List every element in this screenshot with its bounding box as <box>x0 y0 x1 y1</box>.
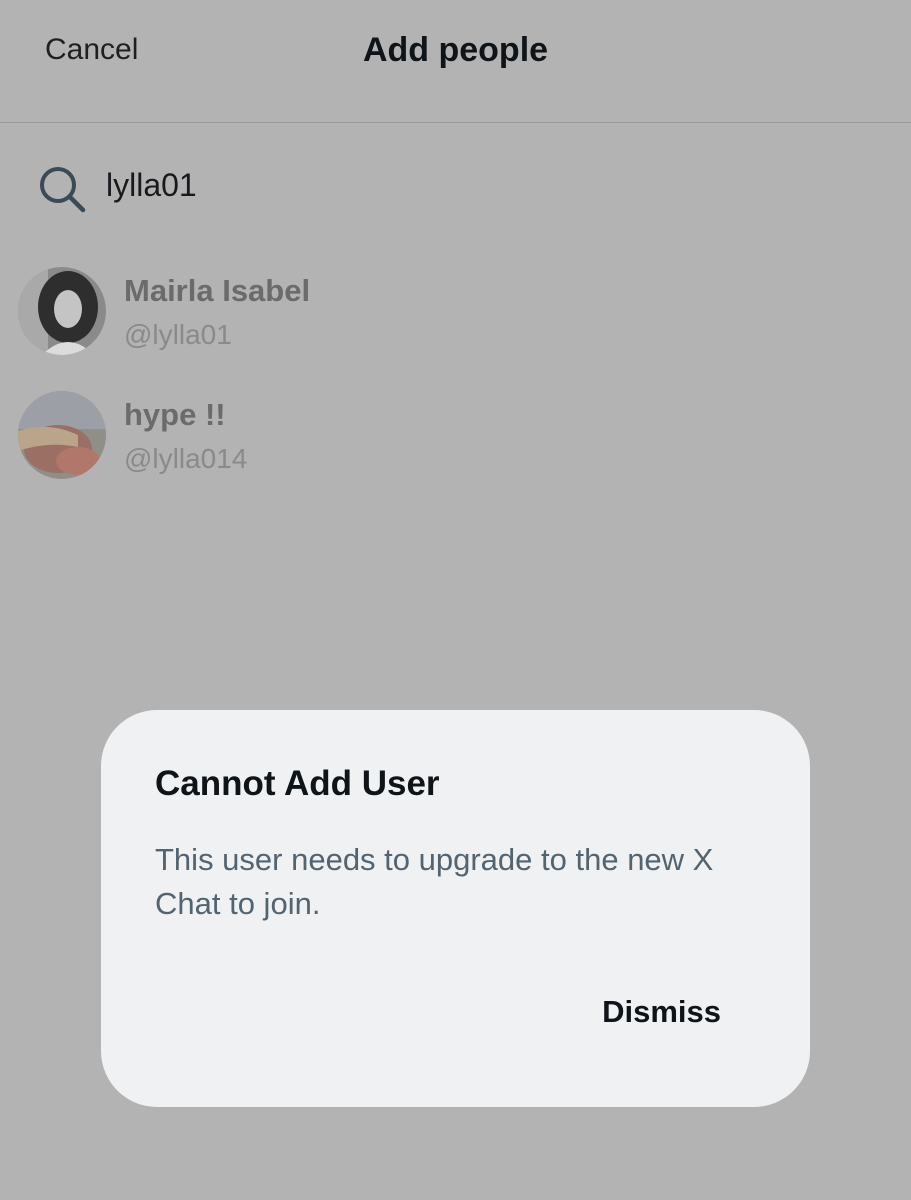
header: Cancel Add people <box>0 0 911 123</box>
dismiss-button[interactable]: Dismiss <box>602 994 721 1030</box>
list-item[interactable]: hype !! @lylla014 <box>0 391 911 515</box>
dialog-title: Cannot Add User <box>155 764 440 803</box>
avatar <box>18 391 106 479</box>
user-handle: @lylla014 <box>124 443 248 474</box>
user-name: hype !! <box>124 397 226 432</box>
search-input[interactable] <box>106 167 706 204</box>
user-name: Mairla Isabel <box>124 273 311 308</box>
user-handle: @lylla01 <box>124 319 232 350</box>
list-item[interactable]: Mairla Isabel @lylla01 <box>0 267 911 391</box>
search-bar <box>0 123 911 243</box>
page-title: Add people <box>362 31 549 69</box>
add-people-screen: Cancel Add people Mairla Isabel @lylla01 <box>0 0 911 1200</box>
alert-dialog: Cannot Add User This user needs to upgra… <box>101 710 810 1107</box>
avatar <box>18 267 106 355</box>
dialog-message: This user needs to upgrade to the new X … <box>155 842 714 921</box>
search-icon <box>38 165 86 213</box>
